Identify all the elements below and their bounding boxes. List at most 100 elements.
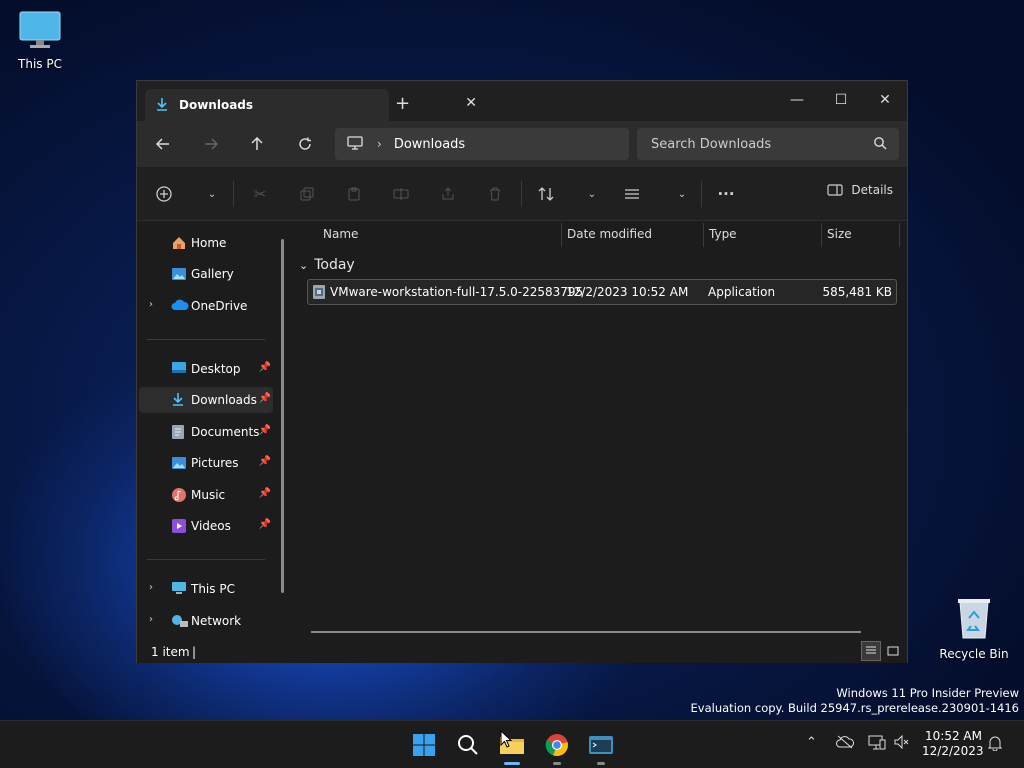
maximize-button[interactable]: ☐	[819, 87, 863, 113]
search-button[interactable]	[452, 729, 484, 761]
taskbar: ⌃ 10:52 AM 12/2/2023	[0, 720, 1024, 768]
pin-icon[interactable]: 📌	[259, 362, 271, 373]
more-options-icon[interactable]: ···	[713, 182, 739, 206]
pin-icon[interactable]: 📌	[259, 519, 271, 530]
videos-icon	[171, 518, 187, 537]
up-button[interactable]	[243, 131, 271, 157]
sidebar-item-music[interactable]: Music 📌	[139, 482, 273, 508]
sidebar-item-this-pc[interactable]: › This PC	[139, 576, 273, 602]
chevron-right-icon[interactable]: ›	[149, 582, 153, 593]
pin-icon[interactable]: 📌	[259, 425, 271, 436]
documents-icon	[171, 424, 185, 443]
sidebar-item-label: Network	[191, 614, 242, 628]
desktop-icon-label: This PC	[18, 57, 62, 71]
file-explorer-window: Downloads ✕ + — ☐ ✕ › Downloads Search D…	[136, 80, 908, 663]
sidebar-item-label: This PC	[191, 582, 235, 596]
tab-downloads[interactable]: Downloads ✕	[145, 89, 477, 121]
breadcrumb-downloads[interactable]: Downloads	[394, 137, 465, 152]
file-name: VMware-workstation-full-17.5.0-22583795	[330, 285, 584, 299]
navigation-pane: Home Gallery › OneDrive Desktop 📌 Downlo…	[137, 221, 291, 641]
navigation-bar: › Downloads Search Downloads	[137, 121, 907, 167]
title-bar[interactable]: Downloads ✕ + — ☐ ✕	[137, 81, 907, 121]
new-tab-button[interactable]: +	[395, 93, 410, 114]
column-divider[interactable]	[899, 223, 900, 247]
desktop-icon-recycle-bin[interactable]: Recycle Bin	[934, 596, 1014, 661]
pin-icon[interactable]: 📌	[259, 393, 271, 404]
column-header-name[interactable]: Name	[323, 221, 358, 247]
sidebar-item-home[interactable]: Home	[139, 230, 273, 256]
network-status-icon[interactable]	[868, 735, 886, 755]
running-indicator	[597, 762, 605, 765]
view-button[interactable]	[619, 182, 645, 206]
paste-icon[interactable]	[341, 182, 367, 206]
rename-icon[interactable]	[388, 182, 414, 206]
refresh-button[interactable]	[291, 131, 319, 157]
group-header-today[interactable]: ⌄ Today	[299, 257, 355, 273]
sidebar-item-label: Desktop	[191, 362, 241, 376]
file-list: Name Date modified Type Size ⌄ Today VMw…	[293, 221, 907, 641]
view-dropdown-chevron-icon[interactable]: ⌄	[669, 182, 695, 206]
taskbar-chrome[interactable]	[541, 729, 573, 765]
tiles-view-icon[interactable]	[883, 641, 903, 661]
address-bar[interactable]: › Downloads	[335, 128, 629, 160]
column-header-date[interactable]: Date modified	[567, 221, 652, 247]
system-clock[interactable]: 10:52 AM 12/2/2023	[922, 729, 984, 759]
sidebar-item-videos[interactable]: Videos 📌	[139, 513, 273, 539]
download-icon	[155, 97, 169, 114]
sidebar-item-onedrive[interactable]: › OneDrive	[139, 293, 273, 319]
table-row[interactable]: VMware-workstation-full-17.5.0-22583795 …	[307, 279, 897, 305]
onedrive-offline-icon[interactable]	[836, 735, 854, 753]
sort-dropdown-chevron-icon[interactable]: ⌄	[579, 182, 605, 206]
new-button[interactable]	[151, 182, 177, 206]
column-header-type[interactable]: Type	[709, 221, 737, 247]
sidebar-item-desktop[interactable]: Desktop 📌	[139, 356, 273, 382]
windows-logo-icon	[413, 734, 435, 756]
column-divider[interactable]	[703, 223, 704, 247]
pin-icon[interactable]: 📌	[259, 456, 271, 467]
column-divider[interactable]	[561, 223, 562, 247]
details-view-icon[interactable]	[861, 641, 881, 661]
monitor-icon	[347, 135, 363, 153]
search-input[interactable]: Search Downloads	[637, 128, 899, 160]
copy-icon[interactable]	[294, 182, 320, 206]
volume-muted-icon[interactable]	[894, 734, 910, 753]
sidebar-item-documents[interactable]: Documents 📌	[139, 419, 273, 445]
sidebar-item-network[interactable]: › Network	[139, 608, 273, 634]
details-pane-button[interactable]: Details	[827, 183, 893, 197]
taskbar-vmware[interactable]	[585, 729, 617, 765]
column-header-size[interactable]: Size	[827, 221, 852, 247]
sort-icon	[538, 187, 554, 201]
sidebar-item-downloads[interactable]: Downloads 📌	[139, 387, 273, 413]
close-tab-icon[interactable]: ✕	[465, 95, 477, 111]
share-icon[interactable]	[435, 182, 461, 206]
start-button[interactable]	[408, 729, 440, 761]
sidebar-item-pictures[interactable]: Pictures 📌	[139, 450, 273, 476]
delete-icon[interactable]	[482, 182, 508, 206]
refresh-icon	[299, 137, 311, 150]
divider	[147, 339, 265, 340]
column-divider[interactable]	[821, 223, 822, 247]
list-view-icon	[625, 189, 639, 199]
new-dropdown-chevron-icon[interactable]: ⌄	[199, 182, 225, 206]
sidebar-item-gallery[interactable]: Gallery	[139, 261, 273, 287]
command-bar: ⌄ ✂ ⌄ ⌄ ··· Details	[137, 167, 907, 221]
chevron-right-icon[interactable]: ›	[149, 614, 153, 625]
music-icon	[171, 487, 187, 506]
back-button[interactable]	[149, 131, 177, 157]
pin-icon[interactable]: 📌	[259, 488, 271, 499]
sort-button[interactable]	[533, 182, 559, 206]
desktop-icon-this-pc[interactable]: This PC	[0, 10, 80, 71]
sidebar-scrollbar[interactable]	[281, 239, 284, 593]
close-window-button[interactable]: ✕	[863, 87, 907, 113]
cut-icon[interactable]: ✂	[247, 182, 273, 206]
chevron-right-icon: ›	[377, 137, 382, 151]
show-hidden-icons-chevron-icon[interactable]: ⌃	[806, 735, 817, 750]
search-icon	[873, 136, 887, 154]
forward-button[interactable]	[197, 131, 225, 157]
horizontal-scrollbar[interactable]	[311, 631, 861, 633]
chevron-right-icon[interactable]: ›	[149, 299, 153, 310]
arrow-left-icon	[156, 138, 169, 150]
watermark-line2: Evaluation copy. Build 25947.rs_prerelea…	[690, 701, 1019, 715]
minimize-button[interactable]: —	[775, 87, 819, 113]
notification-bell-icon[interactable]	[987, 735, 1003, 755]
